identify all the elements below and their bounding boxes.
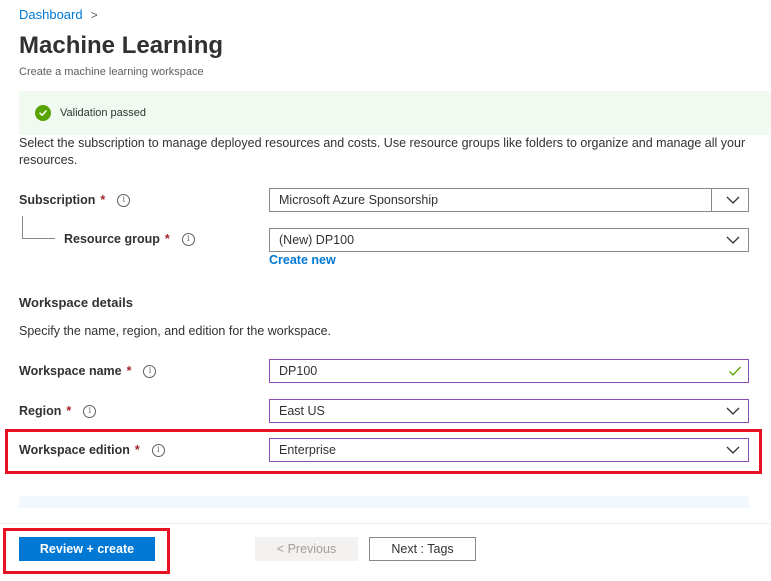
breadcrumb-dashboard-link[interactable]: Dashboard — [19, 7, 83, 22]
resource-group-select[interactable]: (New) DP100 — [269, 228, 749, 252]
chevron-down-icon — [726, 196, 740, 204]
info-icon[interactable]: i — [117, 193, 131, 207]
page-subtitle: Create a machine learning workspace — [19, 66, 204, 78]
validation-message: Validation passed — [60, 107, 147, 119]
review-create-button[interactable]: Review + create — [19, 537, 155, 561]
workspace-name-label-text: Workspace name — [19, 364, 122, 378]
subscription-select[interactable]: Microsoft Azure Sponsorship — [269, 188, 749, 212]
workspace-edition-label-text: Workspace edition — [19, 443, 130, 457]
required-marker: * — [100, 193, 106, 207]
subscription-value: Microsoft Azure Sponsorship — [279, 193, 439, 207]
workspace-edition-label: Workspace edition * i — [19, 443, 165, 457]
create-ml-workspace-page: Dashboard > Machine Learning Create a ma… — [0, 0, 771, 581]
resource-group-label-text: Resource group — [64, 232, 160, 246]
required-marker: * — [164, 232, 170, 246]
chevron-down-icon — [726, 236, 740, 244]
check-circle-icon — [35, 105, 51, 121]
info-icon[interactable]: i — [143, 364, 157, 378]
create-new-resource-group-link[interactable]: Create new — [269, 253, 336, 267]
validation-banner: Validation passed — [19, 91, 771, 135]
subscription-field-divider — [711, 189, 712, 211]
chevron-down-icon — [726, 446, 740, 454]
region-label-text: Region — [19, 404, 62, 418]
chevron-right-icon: > — [90, 7, 98, 22]
workspace-edition-value: Enterprise — [279, 443, 336, 457]
required-marker: * — [126, 364, 132, 378]
breadcrumb: Dashboard > — [19, 7, 98, 22]
info-icon[interactable]: i — [151, 443, 165, 457]
subscription-label-text: Subscription — [19, 193, 96, 207]
region-value: East US — [279, 404, 325, 418]
page-title: Machine Learning — [19, 32, 224, 59]
resource-group-value: (New) DP100 — [279, 233, 355, 247]
valid-check-icon — [729, 366, 741, 376]
tree-connector-horizontal — [22, 238, 55, 239]
project-details-description: Select the subscription to manage deploy… — [19, 136, 746, 167]
workspace-details-heading: Workspace details — [19, 295, 133, 310]
workspace-name-label: Workspace name * i — [19, 364, 157, 378]
required-marker: * — [134, 443, 140, 457]
info-icon[interactable]: i — [181, 232, 195, 246]
next-tags-button[interactable]: Next : Tags — [369, 537, 476, 561]
workspace-name-input[interactable]: DP100 — [269, 359, 749, 383]
resource-group-label: Resource group * i — [64, 232, 195, 246]
subscription-label: Subscription * i — [19, 193, 131, 207]
info-strip — [19, 496, 749, 508]
workspace-name-value: DP100 — [279, 364, 318, 378]
workspace-edition-select[interactable]: Enterprise — [269, 438, 749, 462]
info-icon[interactable]: i — [83, 404, 97, 418]
tree-connector-vertical — [22, 216, 23, 238]
subscription-field-mask — [443, 189, 713, 211]
footer-divider — [0, 523, 771, 524]
region-label: Region * i — [19, 404, 97, 418]
region-select[interactable]: East US — [269, 399, 749, 423]
previous-button[interactable]: < Previous — [255, 537, 358, 561]
workspace-details-description: Specify the name, region, and edition fo… — [19, 324, 331, 338]
chevron-down-icon — [726, 407, 740, 415]
required-marker: * — [66, 404, 72, 418]
